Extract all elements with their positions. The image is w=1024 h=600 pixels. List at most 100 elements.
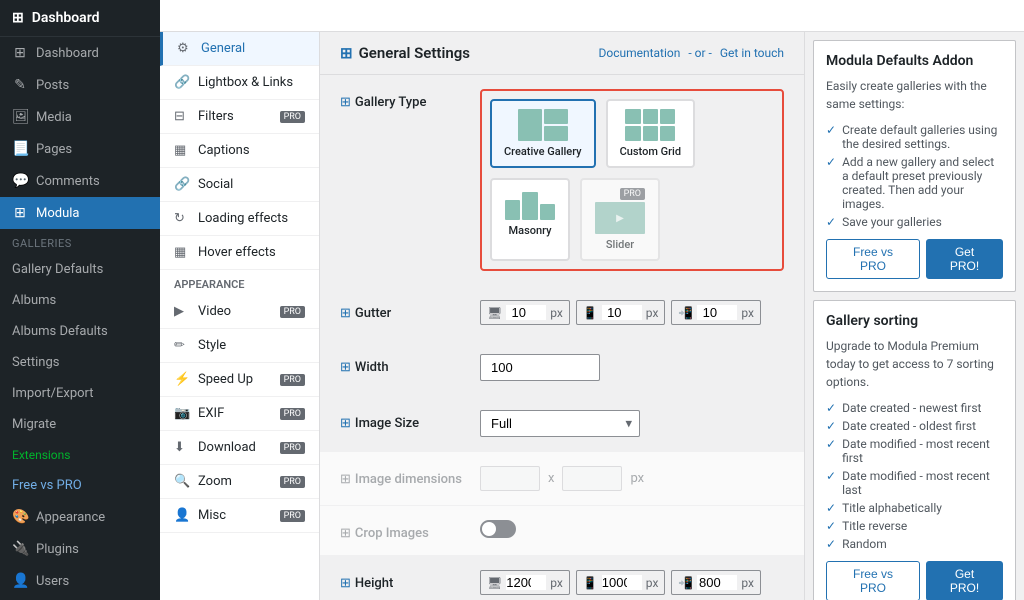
sidebar-item-albums[interactable]: Albums [0,285,160,316]
custom-label: Custom Grid [620,145,681,158]
mobile-icon: 📲 [678,306,693,320]
addon-get-pro-button[interactable]: Get PRO! [926,239,1003,279]
image-dims-label: ⊞ Image dimensions [340,466,480,487]
settings-content: ⊞ General Settings Documentation - or - … [320,32,804,600]
settings-nav-item-video[interactable]: ▶ Video PRO [160,295,319,329]
settings-nav-item-social[interactable]: 🔗 Social [160,168,319,202]
gutter-label: ⊞ Gutter [340,300,480,321]
settings-nav-item-zoom[interactable]: 🔍 Zoom PRO [160,465,319,499]
height-desktop-unit: px [550,576,563,590]
sidebar-item-modula[interactable]: ⊞ Modula [0,197,160,229]
appearance-icon: 🎨 [12,509,28,525]
sidebar-item-import-export[interactable]: Import/Export [0,378,160,409]
modula-icon: ⊞ [12,205,28,221]
custom-thumb [625,109,675,141]
main-area: ⚙ General 🔗 Lightbox & Links ⊟ Filters P… [160,0,1024,600]
height-mobile-field[interactable] [697,575,737,590]
sorting-item-5: Title alphabetically [826,499,1003,517]
image-size-control: Full Large Medium Thumbnail [480,410,784,437]
download-pro-badge: PRO [280,442,305,454]
gallery-type-masonry[interactable]: Masonry [490,178,570,261]
sidebar-item-albums-defaults[interactable]: Albums Defaults [0,316,160,347]
sidebar-item-pages[interactable]: 📃 Pages [0,133,160,165]
settings-nav-item-exif[interactable]: 📷 EXIF PRO [160,397,319,431]
settings-nav-item-lightbox[interactable]: 🔗 Lightbox & Links [160,66,319,100]
settings-nav-item-hover[interactable]: ▦ Hover effects [160,236,319,270]
settings-nav-item-captions[interactable]: ▦ Captions [160,134,319,168]
social-nav-icon: 🔗 [174,177,190,192]
gutter-mobile-field[interactable] [697,305,737,320]
sidebar-item-dashboard[interactable]: ⊞ Dashboard [0,37,160,69]
slider-thumb [595,202,645,234]
settings-nav-item-misc[interactable]: 👤 Misc PRO [160,499,319,533]
image-size-row: ⊞ Image Size Full Large Medium Thumbnail [320,396,804,452]
media-icon: 🖼 [12,109,28,125]
sidebar-item-users[interactable]: 👤 Users [0,565,160,597]
sorting-item-6: Title reverse [826,517,1003,535]
tablet-icon: 📱 [583,306,598,320]
exif-nav-icon: 📷 [174,406,190,421]
settings-nav-item-filters[interactable]: ⊟ Filters PRO [160,100,319,134]
image-dims-height-field [562,466,622,491]
crop-toggle[interactable] [480,520,516,538]
sidebar-item-posts[interactable]: ✎ Posts [0,69,160,101]
style-nav-icon: ✏ [174,338,190,353]
image-size-select[interactable]: Full Large Medium Thumbnail [480,410,640,437]
height-mobile-icon: 📲 [678,576,693,590]
gallery-type-slider[interactable]: PRO Slider [580,178,660,261]
right-panel: Modula Defaults Addon Easily create gall… [804,32,1024,600]
sidebar: ⊞ Dashboard ⊞ Dashboard ✎ Posts 🖼 Media … [0,0,160,600]
creative-label: Creative Gallery [504,145,582,158]
plugins-icon: 🔌 [12,541,28,557]
speed-pro-badge: PRO [280,374,305,386]
height-tablet-field[interactable] [602,575,642,590]
speed-nav-icon: ⚡ [174,372,190,387]
gallery-type-custom[interactable]: Custom Grid [606,99,695,168]
sidebar-item-settings[interactable]: Settings [0,347,160,378]
sorting-item-1: Date created - newest first [826,399,1003,417]
sidebar-item-extensions[interactable]: Extensions [0,440,160,470]
gutter-desktop-input: 🖥 px [480,300,570,325]
gallery-type-creative[interactable]: Creative Gallery [490,99,596,168]
gutter-row: ⊞ Gutter 🖥 px 📱 px 📲 [320,286,804,340]
width-field[interactable] [480,354,600,381]
gutter-desktop-field[interactable] [506,305,546,320]
gutter-control: 🖥 px 📱 px 📲 px [480,300,784,325]
settings-nav-item-download[interactable]: ⬇ Download PRO [160,431,319,465]
sorting-list: Date created - newest first Date created… [826,399,1003,553]
sidebar-item-comments[interactable]: 💬 Comments [0,165,160,197]
sorting-get-pro-button[interactable]: Get PRO! [926,561,1003,600]
masonry-thumb [505,188,555,220]
settings-nav-item-loading[interactable]: ↻ Loading effects [160,202,319,236]
height-control: 🖥 px 📱 px 📲 px [480,570,784,595]
gallery-type-grid: Creative Gallery Custom Grid [480,89,784,271]
sidebar-item-appearance[interactable]: 🎨 Appearance [0,501,160,533]
exif-pro-badge: PRO [280,408,305,420]
lightbox-nav-icon: 🔗 [174,75,190,90]
crop-toggle-slider [480,520,516,538]
sidebar-item-plugins[interactable]: 🔌 Plugins [0,533,160,565]
addon-free-vs-pro-button[interactable]: Free vs PRO [826,239,920,279]
width-label: ⊞ Width [340,354,480,375]
sidebar-item-free-vs-pro[interactable]: Free vs PRO [0,470,160,501]
settings-nav-item-general[interactable]: ⚙ General [160,32,319,66]
image-size-select-wrap: Full Large Medium Thumbnail [480,410,640,437]
get-in-touch-link[interactable]: Get in touch [720,46,784,60]
documentation-link[interactable]: Documentation [598,46,680,60]
settings-nav-item-style[interactable]: ✏ Style [160,329,319,363]
sidebar-item-gallery-defaults[interactable]: Gallery Defaults [0,254,160,285]
hover-nav-icon: ▦ [174,245,190,260]
sidebar-item-media[interactable]: 🖼 Media [0,101,160,133]
sorting-desc: Upgrade to Modula Premium today to get a… [826,337,1003,391]
width-control [480,354,784,381]
height-desktop-field[interactable] [506,575,546,590]
sorting-item-2: Date created - oldest first [826,417,1003,435]
sidebar-item-migrate[interactable]: Migrate [0,409,160,440]
misc-nav-icon: 👤 [174,508,190,523]
gutter-tablet-field[interactable] [602,305,642,320]
sorting-free-vs-pro-button[interactable]: Free vs PRO [826,561,920,600]
modula-addon-item-1: Create default galleries using the desir… [826,121,1003,153]
gutter-tablet-unit: px [646,306,659,320]
sorting-item-7: Random [826,535,1003,553]
settings-nav-item-speed[interactable]: ⚡ Speed Up PRO [160,363,319,397]
